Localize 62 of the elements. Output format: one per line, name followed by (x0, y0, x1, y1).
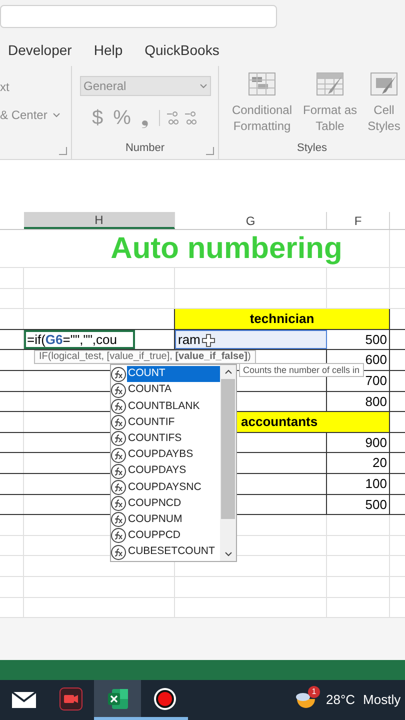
table-cell-text: 100 (365, 474, 387, 493)
table-cell-text: 600 (365, 351, 387, 370)
suggestion-item[interactable]: COUPPCD (127, 528, 220, 544)
function-icon (111, 480, 126, 495)
suggestion-item[interactable]: COUNTBLANK (127, 398, 220, 414)
ribbon-tab[interactable]: Developer (8, 40, 72, 60)
suggestion-item[interactable]: COUNTA (127, 382, 220, 398)
function-icon (111, 415, 126, 430)
formula-cell[interactable]: =if(G6="","",cou (24, 330, 135, 350)
dialog-launcher-icon[interactable] (206, 147, 214, 155)
chevron-icon (200, 84, 206, 88)
table-header: technician (250, 310, 314, 328)
function-icon (111, 528, 126, 544)
suggestion-item[interactable]: COUPNUM (127, 512, 220, 528)
table-cell-text: 700 (365, 372, 387, 390)
scroll-down-icon[interactable] (224, 552, 232, 557)
ribbon-tab[interactable]: Help (94, 40, 123, 60)
notification-badge: 1 (308, 686, 320, 698)
function-icon (111, 544, 126, 560)
spreadsheet-icon (106, 686, 130, 710)
suggestion-item[interactable]: COUNTIF (127, 414, 220, 431)
ribbon-tab[interactable]: QuickBooks (144, 40, 220, 60)
suggestion-item[interactable]: COUNT (127, 366, 220, 382)
group-label: Number (125, 140, 165, 156)
suggestion-item[interactable]: CUBESETCOUNT (127, 544, 220, 560)
function-icon (111, 448, 126, 463)
table-cell-text: 500 (365, 496, 387, 514)
grid-icon (248, 72, 276, 96)
table-brush-icon (316, 72, 344, 96)
function-icon (111, 496, 126, 512)
table-cell-text: 20 (372, 454, 387, 472)
table-cell-text: 500 (365, 330, 387, 349)
table-cell-text: 800 (365, 392, 387, 411)
record-icon (152, 686, 176, 710)
suggestion-item[interactable]: COUPDAYBS (127, 447, 220, 463)
table-cell-text: ram (178, 330, 200, 349)
table-header: accountants (241, 413, 318, 432)
suggestion-item[interactable]: COUPNCD (127, 496, 220, 512)
decrease-decimal-icon[interactable] (184, 110, 198, 126)
column-header[interactable]: H (24, 212, 175, 229)
increase-decimal-icon[interactable] (166, 110, 180, 126)
suggestion-item[interactable]: COUNTIFS (127, 430, 220, 447)
ribbon-label: xt (0, 79, 10, 96)
chevron-icon (53, 112, 60, 118)
sheet-title: Auto numbering (110, 231, 342, 267)
weather-label: Mostly (363, 691, 401, 710)
dialog-launcher-icon[interactable] (59, 147, 67, 155)
function-icon (111, 431, 126, 446)
function-icon (111, 366, 126, 382)
group-label: Styles (297, 140, 327, 156)
scrollbar-thumb[interactable] (221, 379, 235, 519)
function-icon (111, 512, 126, 528)
temperature-label: 28°C (326, 691, 356, 710)
camera-icon (58, 686, 82, 710)
suggestion-item[interactable]: COUPDAYS (127, 463, 220, 480)
function-icon (111, 398, 126, 414)
cursor-icon (202, 334, 215, 347)
table-cell-text: 900 (365, 434, 387, 452)
suggestion-item[interactable]: COUPDAYSNC (127, 480, 220, 496)
argument-tooltip: IF(logical_test, [value_if_true], [value_if_false]) (34, 350, 256, 364)
cell-styles-icon (370, 72, 398, 96)
description-tooltip: Counts the number of cells in (239, 363, 364, 377)
